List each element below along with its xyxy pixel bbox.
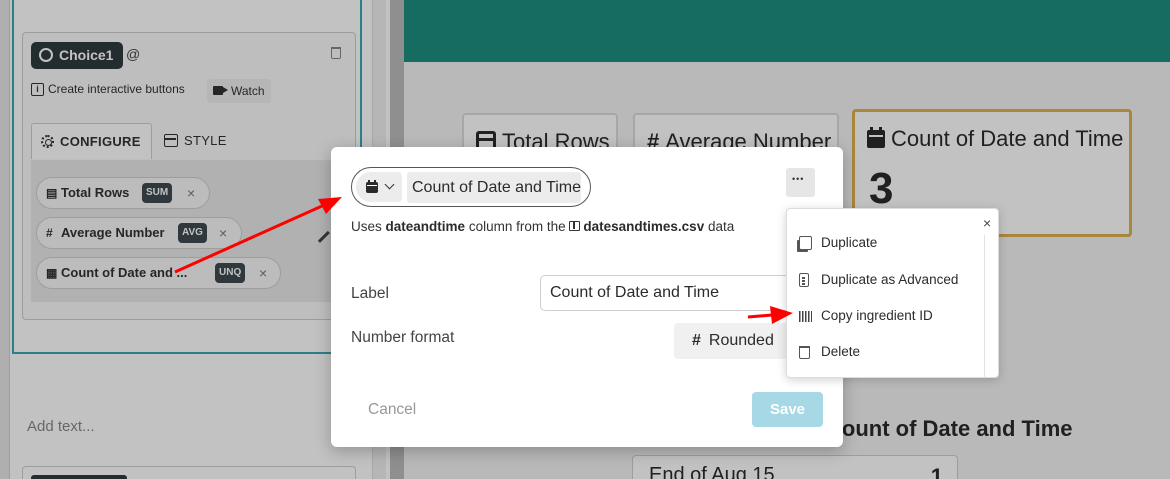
more-options-button[interactable] xyxy=(786,168,815,197)
number-format-value: Rounded xyxy=(708,332,774,349)
uses-middle: column from the xyxy=(468,219,566,234)
calculator-icon xyxy=(799,273,809,287)
cancel-button[interactable]: Cancel xyxy=(368,401,416,419)
data-source-icon xyxy=(569,221,581,231)
uses-prefix: Uses xyxy=(351,219,382,234)
calendar-icon xyxy=(366,180,378,193)
save-button[interactable]: Save xyxy=(752,392,823,427)
data-source-name: datesandtimes.csv xyxy=(583,219,705,234)
menu-item-label: Delete xyxy=(821,344,861,359)
uses-suffix: data xyxy=(707,219,735,234)
ingredient-header-pill: Count of Date and Time xyxy=(351,167,591,207)
ingredient-options-menu: × Duplicate Duplicate as Advanced Copy i… xyxy=(786,208,999,378)
duplicate-icon xyxy=(799,236,812,250)
ingredient-name-input[interactable]: Count of Date and Time xyxy=(407,172,581,203)
menu-item-label: Duplicate as Advanced xyxy=(821,272,959,287)
menu-item-delete[interactable]: Delete xyxy=(799,340,860,364)
menu-item-label: Copy ingredient ID xyxy=(821,308,933,323)
trash-icon xyxy=(799,346,810,359)
chevron-down-icon xyxy=(384,179,395,190)
column-name: dateandtime xyxy=(385,219,466,234)
barcode-icon xyxy=(799,311,812,322)
close-icon[interactable]: × xyxy=(983,215,991,231)
hash-icon: # xyxy=(692,332,701,349)
label-field-label: Label xyxy=(351,285,389,302)
number-format-label: Number format xyxy=(351,329,455,346)
ingredient-source-description: Uses dateandtime column from the datesan… xyxy=(351,219,734,234)
menu-item-duplicate-advanced[interactable]: Duplicate as Advanced xyxy=(799,268,958,292)
ingredient-type-select[interactable] xyxy=(356,172,402,202)
menu-item-duplicate[interactable]: Duplicate xyxy=(799,231,877,255)
menu-item-label: Duplicate xyxy=(821,235,878,250)
menu-scrollbar[interactable] xyxy=(984,235,999,378)
menu-item-copy-id[interactable]: Copy ingredient ID xyxy=(799,304,933,328)
edit-ingredient-modal: Count of Date and Time Uses dateandtime … xyxy=(331,147,843,447)
